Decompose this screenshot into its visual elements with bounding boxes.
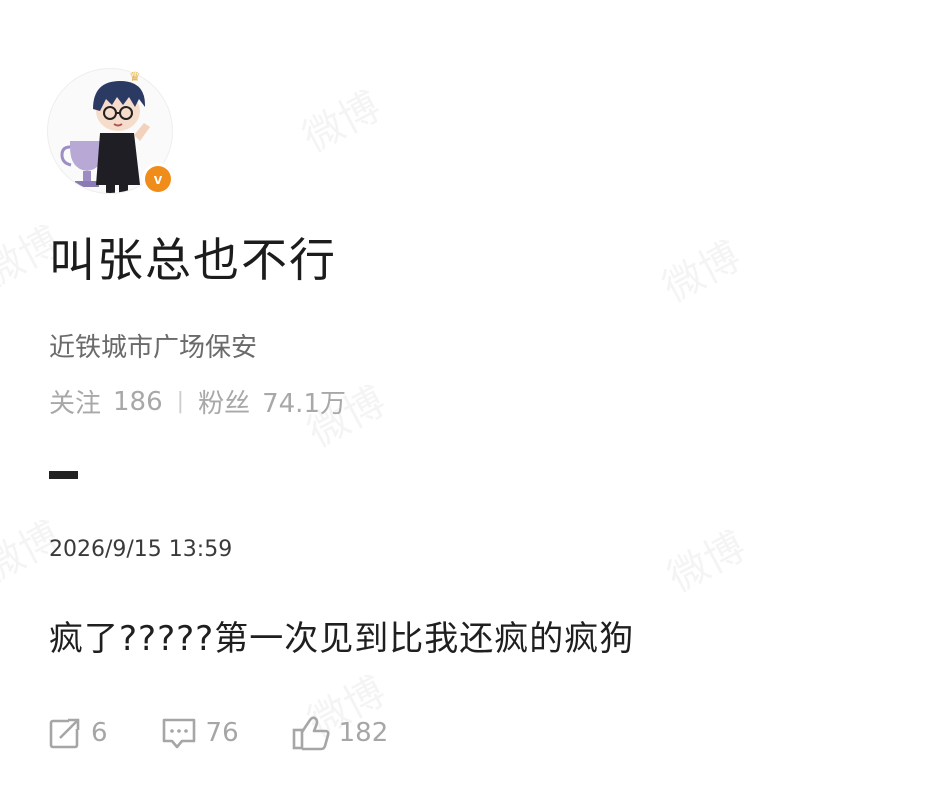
post-text: 疯了?????第一次见到比我还疯的疯狗 bbox=[49, 619, 635, 659]
like-count: 182 bbox=[338, 718, 389, 748]
comment-icon bbox=[162, 718, 195, 749]
like-icon bbox=[292, 716, 330, 751]
profile-stats: 关注 186 | 粉丝 74.1万 bbox=[49, 383, 346, 420]
followers-count[interactable]: 74.1万 bbox=[262, 383, 346, 420]
bio: 近铁城市广场保安 bbox=[49, 333, 258, 363]
comment-count: 76 bbox=[205, 718, 239, 748]
verified-icon: v bbox=[142, 163, 174, 195]
watermark: 微博 bbox=[651, 225, 749, 314]
crown-icon: ♛ bbox=[129, 70, 141, 85]
post-actions: 6 76 182 bbox=[47, 714, 440, 752]
following-count[interactable]: 186 bbox=[113, 387, 163, 417]
following-label[interactable]: 关注 bbox=[49, 383, 101, 420]
stats-divider: | bbox=[176, 389, 185, 414]
watermark: 微博 bbox=[656, 515, 754, 604]
followers-label[interactable]: 粉丝 bbox=[198, 383, 250, 420]
avatar[interactable]: ♛ v bbox=[47, 68, 177, 198]
section-divider bbox=[49, 471, 78, 479]
username[interactable]: 叫张总也不行 bbox=[49, 224, 337, 290]
share-icon bbox=[49, 717, 81, 749]
post-timestamp: 2026/9/15 13:59 bbox=[49, 537, 233, 562]
watermark: 微博 bbox=[291, 75, 389, 164]
share-button[interactable]: 6 bbox=[47, 715, 108, 751]
share-count: 6 bbox=[91, 718, 108, 748]
like-button[interactable]: 182 bbox=[291, 714, 389, 752]
comment-button[interactable]: 76 bbox=[160, 715, 239, 751]
